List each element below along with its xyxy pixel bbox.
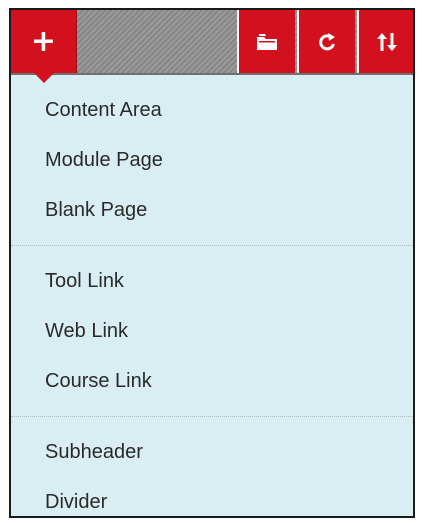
sort-icon xyxy=(377,32,397,51)
menu-item-subheader[interactable]: Subheader xyxy=(11,427,413,477)
menu-item-course-link[interactable]: Course Link xyxy=(11,356,413,406)
refresh-icon xyxy=(319,32,335,50)
menu-item-label: Course Link xyxy=(45,369,152,392)
menu-item-label: Web Link xyxy=(45,319,129,342)
menu-group-structure: Subheader Divider xyxy=(11,417,413,516)
menu-item-content-area[interactable]: Content Area xyxy=(11,85,413,135)
menu-item-label: Blank Page xyxy=(45,198,148,221)
menu-item-tool-link[interactable]: Tool Link xyxy=(11,256,413,306)
menu-item-label: Divider xyxy=(45,490,108,513)
add-menu-panel: + Content Area Module Page Blank Page To… xyxy=(9,8,415,518)
menu-group-links: Tool Link Web Link Course Link xyxy=(11,246,413,414)
menu-group-pages: Content Area Module Page Blank Page xyxy=(11,75,413,243)
reorder-button[interactable] xyxy=(357,10,413,73)
menu-item-label: Tool Link xyxy=(45,269,124,292)
menu-item-label: Subheader xyxy=(45,440,143,463)
menu-item-blank-page[interactable]: Blank Page xyxy=(11,185,413,235)
folder-icon xyxy=(257,33,277,50)
add-menu-dropdown: Content Area Module Page Blank Page Tool… xyxy=(11,75,413,516)
menu-item-label: Module Page xyxy=(45,148,163,171)
manage-folders-button[interactable] xyxy=(237,10,295,73)
menu-item-module-page[interactable]: Module Page xyxy=(11,135,413,185)
course-menu-toolbar: + xyxy=(11,10,413,83)
add-menu-item-button[interactable]: + xyxy=(11,10,77,83)
menu-item-divider[interactable]: Divider xyxy=(11,477,413,516)
menu-item-web-link[interactable]: Web Link xyxy=(11,306,413,356)
refresh-button[interactable] xyxy=(297,10,355,73)
menu-item-label: Content Area xyxy=(45,98,162,121)
plus-icon: + xyxy=(30,24,57,59)
